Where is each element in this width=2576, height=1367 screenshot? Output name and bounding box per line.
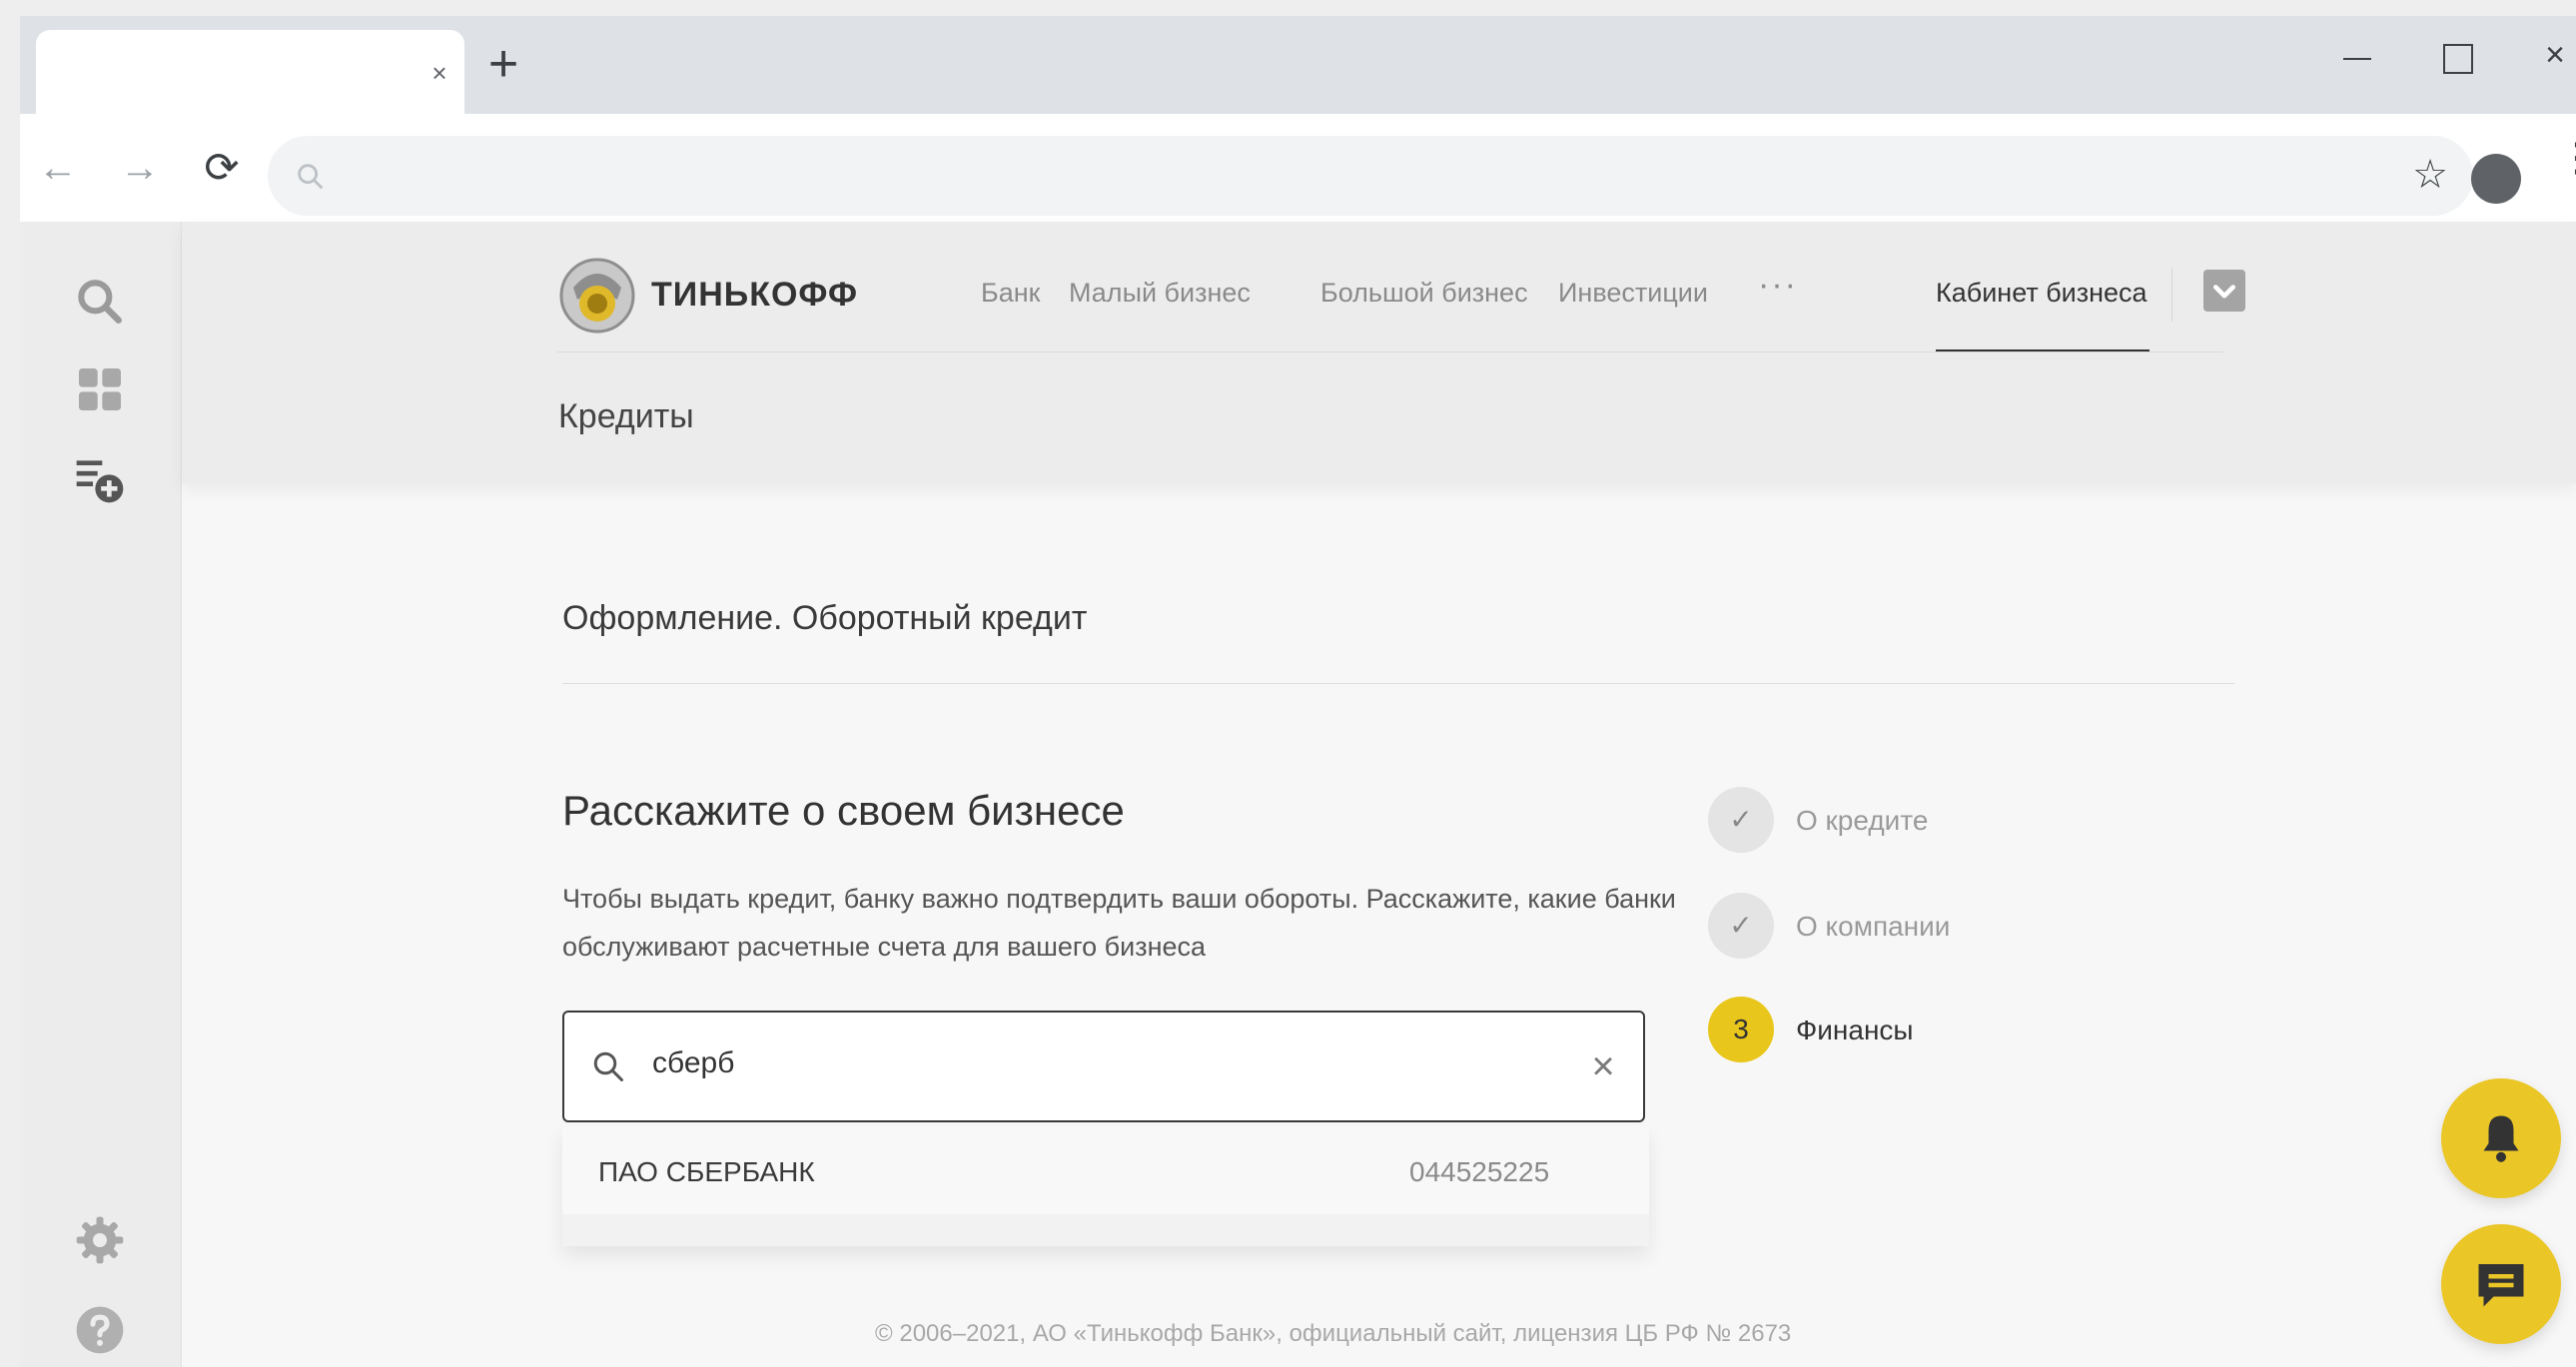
chat-button[interactable] bbox=[2441, 1224, 2561, 1344]
brand-name[interactable]: ТИНЬКОФФ bbox=[651, 276, 858, 315]
step-done-check-icon: ✓ bbox=[1708, 787, 1774, 853]
step-done-check-icon: ✓ bbox=[1708, 893, 1774, 959]
step-label-company[interactable]: О компании bbox=[1796, 911, 1950, 943]
reload-icon[interactable]: ⟳ bbox=[200, 147, 244, 192]
page-viewport: ТИНЬКОФФ Банк Малый бизнес Большой бизне… bbox=[20, 222, 2576, 1367]
search-icon bbox=[298, 164, 324, 190]
nav-link-small-business[interactable]: Малый бизнес bbox=[1069, 278, 1251, 309]
forward-arrow-icon[interactable]: → bbox=[118, 148, 162, 192]
chat-icon bbox=[2478, 1264, 2524, 1307]
title-divider bbox=[562, 683, 2234, 684]
browser-menu-icon[interactable]: ⋮ bbox=[2557, 138, 2576, 206]
step-label-credit[interactable]: О кредите bbox=[1796, 805, 1928, 837]
nav-link-large-business[interactable]: Большой бизнес bbox=[1320, 278, 1528, 309]
step-current-number: 3 bbox=[1708, 997, 1774, 1062]
tab-close-icon[interactable]: × bbox=[425, 58, 454, 88]
bank-search-input[interactable] bbox=[652, 1046, 1551, 1080]
search-icon bbox=[593, 1051, 623, 1081]
left-rail bbox=[20, 222, 182, 1367]
notifications-button[interactable] bbox=[2441, 1078, 2561, 1198]
clear-icon[interactable]: × bbox=[1583, 1046, 1623, 1086]
new-tab-button[interactable]: + bbox=[477, 38, 529, 92]
browser-window: × + × ← → ⟳ ☆ ⋮ bbox=[20, 16, 2576, 1367]
browser-toolbar: ← → ⟳ ☆ ⋮ bbox=[20, 114, 2576, 222]
address-bar[interactable]: ☆ bbox=[268, 136, 2473, 216]
search-icon[interactable] bbox=[72, 274, 128, 330]
nav-link-bank[interactable]: Банк bbox=[981, 278, 1040, 309]
help-icon[interactable] bbox=[72, 1302, 128, 1358]
suggestions-dropdown: ПАО СБЕРБАНК 044525225 bbox=[562, 1126, 1649, 1246]
suggestion-bank-bik: 044525225 bbox=[1409, 1156, 1550, 1187]
chevron-down-icon bbox=[2212, 285, 2236, 299]
nav-divider bbox=[2171, 268, 2172, 322]
step-label-finance: Финансы bbox=[1796, 1015, 1914, 1045]
nav-link-business-cabinet[interactable]: Кабинет бизнеса bbox=[1936, 278, 2147, 309]
tinkoff-logo-icon[interactable] bbox=[557, 256, 637, 336]
browser-tab[interactable]: × bbox=[36, 30, 464, 114]
suggestion-item[interactable]: ПАО СБЕРБАНК 044525225 bbox=[562, 1126, 1649, 1214]
maximize-icon[interactable] bbox=[2427, 26, 2487, 86]
form-heading: Расскажите о своем бизнесе bbox=[562, 787, 1125, 834]
bookmark-star-icon[interactable]: ☆ bbox=[2407, 152, 2453, 198]
profile-avatar[interactable] bbox=[2471, 154, 2521, 204]
apps-grid-icon[interactable] bbox=[72, 361, 128, 417]
site-header: ТИНЬКОФФ Банк Малый бизнес Большой бизне… bbox=[182, 222, 2576, 483]
section-title: Кредиты bbox=[558, 397, 694, 435]
form-description: Чтобы выдать кредит, банку важно подтвер… bbox=[562, 884, 1676, 962]
dropdown-toggle-button[interactable] bbox=[2203, 270, 2245, 312]
bank-search-field[interactable]: × bbox=[562, 1011, 1645, 1122]
page-title: Оформление. Оборотный кредит bbox=[562, 599, 1088, 637]
more-icon[interactable]: ··· bbox=[1758, 266, 1798, 305]
minimize-icon[interactable] bbox=[2327, 26, 2387, 86]
header-divider bbox=[557, 351, 2223, 352]
gear-icon[interactable] bbox=[72, 1212, 128, 1268]
suggestion-bank-name: ПАО СБЕРБАНК bbox=[598, 1156, 815, 1187]
bell-icon bbox=[2483, 1115, 2519, 1162]
footer-copyright: © 2006–2021, АО «Тинькофф Банк», официал… bbox=[875, 1320, 1792, 1347]
window-close-icon[interactable]: × bbox=[2525, 26, 2576, 86]
back-arrow-icon[interactable]: ← bbox=[36, 148, 80, 192]
nav-link-investments[interactable]: Инвестиции bbox=[1558, 278, 1708, 309]
add-list-icon[interactable] bbox=[72, 451, 128, 507]
